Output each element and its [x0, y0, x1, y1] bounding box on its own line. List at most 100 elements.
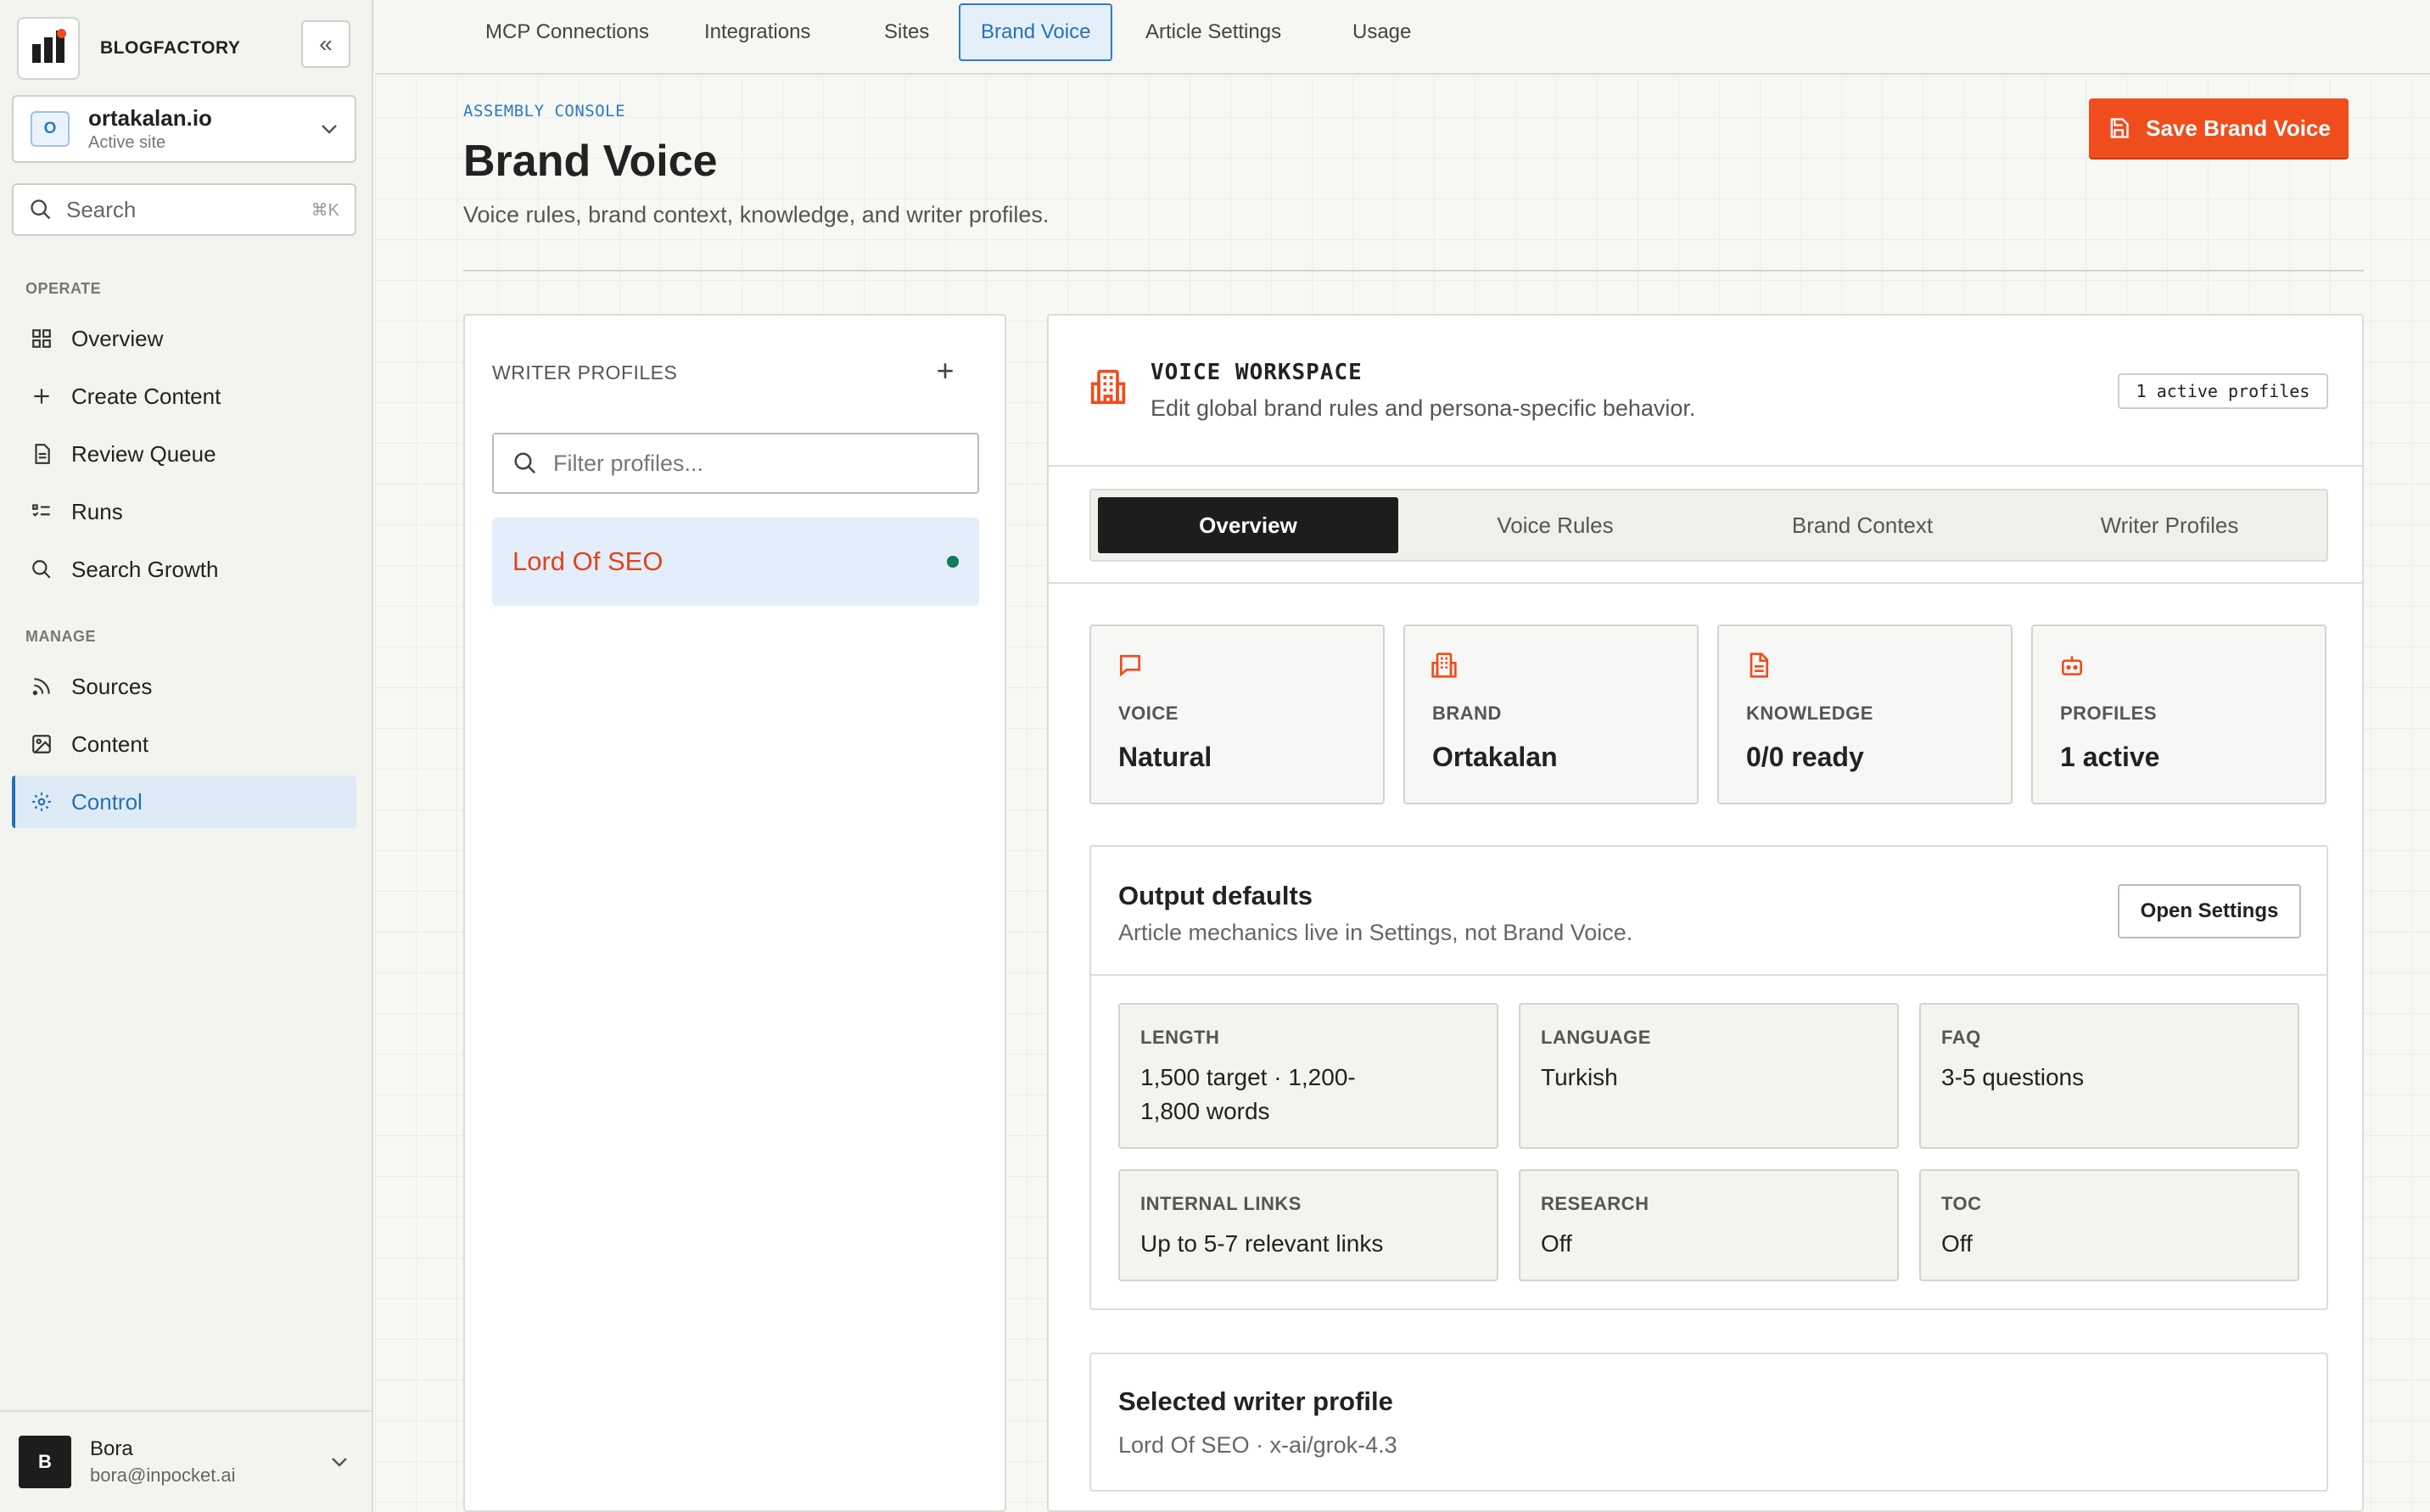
sidebar-item-label: Sources: [71, 673, 153, 699]
image-icon: [29, 731, 54, 757]
search-placeholder: Search: [66, 196, 137, 222]
tab-mcp-connections[interactable]: MCP Connections: [475, 3, 659, 61]
document-icon: [29, 441, 54, 467]
setting-label: LANGUAGE: [1541, 1027, 1651, 1048]
workspace-header: VOICE WORKSPACE Edit global brand rules …: [1049, 316, 2362, 467]
sidebar-item-create-content[interactable]: Create Content: [12, 370, 356, 423]
stat-value: Natural: [1118, 742, 1212, 772]
setting-value: 3-5 questions: [1941, 1064, 2085, 1090]
sidebar: BLOGFACTORY « O ortakalan.io Active site…: [0, 0, 373, 1512]
tab-voice-rules[interactable]: Voice Rules: [1405, 497, 1705, 553]
setting-value: Up to 5-7 relevant links: [1140, 1230, 1384, 1257]
building-icon: [1431, 652, 1458, 683]
active-status-dot: [947, 556, 959, 568]
setting-label: RESEARCH: [1541, 1193, 1649, 1214]
status-badge: 1 active profiles: [2118, 373, 2328, 409]
tab-sites[interactable]: Sites: [874, 3, 939, 61]
site-switcher[interactable]: O ortakalan.io Active site: [12, 95, 356, 163]
setting-cell-length: LENGTH 1,500 target · 1,200-1,800 words: [1118, 1003, 1498, 1149]
sidebar-item-review-queue[interactable]: Review Queue: [12, 428, 356, 480]
setting-cell-toc: TOC Off: [1919, 1169, 2299, 1281]
section-label-manage: MANAGE: [25, 628, 96, 645]
sidebar-item-label: Runs: [71, 498, 123, 524]
sidebar-item-control[interactable]: Control: [12, 776, 356, 828]
sidebar-item-overview[interactable]: Overview: [12, 312, 356, 365]
selected-writer-profile-card: Selected writer profile Lord Of SEO · x-…: [1089, 1352, 2328, 1492]
site-avatar: O: [31, 111, 70, 147]
workspace-tabs: Overview Voice Rules Brand Context Write…: [1089, 489, 2328, 562]
sidebar-item-runs[interactable]: Runs: [12, 485, 356, 538]
setting-value: Off: [1541, 1230, 1572, 1257]
stat-value: 0/0 ready: [1746, 742, 1864, 772]
setting-value: Turkish: [1541, 1064, 1618, 1090]
setting-label: LENGTH: [1140, 1027, 1220, 1048]
setting-label: TOC: [1941, 1193, 1982, 1214]
site-status: Active site: [88, 133, 166, 152]
sidebar-item-label: Control: [71, 788, 143, 815]
rss-icon: [29, 674, 54, 699]
writer-profiles-title: WRITER PROFILES: [492, 361, 678, 384]
page-title: Brand Voice: [463, 137, 718, 186]
tab-writer-profiles[interactable]: Writer Profiles: [2019, 497, 2320, 553]
setting-value: 1,500 target · 1,200-1,800 words: [1140, 1064, 1356, 1124]
stat-label: KNOWLEDGE: [1746, 703, 1873, 724]
save-icon: [2107, 116, 2130, 140]
header-divider: [463, 270, 2364, 272]
user-email: bora@inpocket.ai: [90, 1464, 236, 1486]
search-icon: [514, 452, 536, 474]
chevron-down-icon: [322, 125, 337, 134]
tab-integrations[interactable]: Integrations: [694, 3, 820, 61]
voice-workspace: VOICE WORKSPACE Edit global brand rules …: [1047, 314, 2364, 1512]
stat-card-knowledge: KNOWLEDGE 0/0 ready: [1717, 624, 2013, 804]
tab-brand-voice[interactable]: Brand Voice: [959, 3, 1113, 61]
stat-label: VOICE: [1118, 703, 1179, 724]
sidebar-item-label: Overview: [71, 325, 164, 351]
sidebar-item-label: Search Growth: [71, 556, 219, 582]
brand[interactable]: BLOGFACTORY: [17, 17, 240, 80]
building-icon: [1089, 368, 1127, 410]
chevrons-left-icon: «: [319, 31, 333, 57]
divider: [1049, 582, 2362, 584]
sidebar-item-sources[interactable]: Sources: [12, 660, 356, 713]
sidebar-item-label: Content: [71, 731, 149, 757]
setting-value: Off: [1941, 1230, 1973, 1257]
main-content: ASSEMBLY CONSOLE Brand Voice Voice rules…: [375, 76, 2430, 1512]
stat-card-brand: BRAND Ortakalan: [1403, 624, 1699, 804]
top-tabs: MCP Connections Integrations Sites Brand…: [375, 0, 2430, 75]
workspace-title: VOICE WORKSPACE: [1151, 360, 1363, 385]
tab-usage[interactable]: Usage: [1342, 3, 1421, 61]
search-input[interactable]: Search ⌘K: [12, 183, 356, 236]
brand-name: BLOGFACTORY: [100, 38, 241, 58]
collapse-sidebar-button[interactable]: «: [301, 20, 350, 68]
list-item[interactable]: Lord Of SEO: [492, 518, 979, 606]
user-menu[interactable]: B Bora bora@inpocket.ai: [0, 1410, 373, 1512]
setting-label: INTERNAL LINKS: [1140, 1193, 1302, 1214]
list-checks-icon: [29, 499, 54, 524]
message-icon: [1117, 652, 1144, 683]
page-subtitle: Voice rules, brand context, knowledge, a…: [463, 202, 1050, 227]
section-label-operate: OPERATE: [25, 280, 102, 297]
filter-profiles-input[interactable]: [553, 450, 943, 477]
output-defaults-subtitle: Article mechanics live in Settings, not …: [1118, 920, 1633, 945]
site-name: ortakalan.io: [88, 105, 212, 131]
tab-article-settings[interactable]: Article Settings: [1135, 3, 1291, 61]
sidebar-item-search-growth[interactable]: Search Growth: [12, 543, 356, 596]
writer-profiles-panel: WRITER PROFILES + Lord Of SEO: [463, 314, 1006, 1512]
setting-cell-internal-links: INTERNAL LINKS Up to 5-7 relevant links: [1118, 1169, 1498, 1281]
blogfactory-logo: [17, 17, 80, 80]
bot-icon: [2058, 652, 2086, 683]
gear-icon: [29, 789, 54, 815]
save-brand-voice-button[interactable]: Save Brand Voice: [2089, 98, 2349, 158]
add-profile-button[interactable]: +: [928, 353, 962, 389]
search-shortcut: ⌘K: [311, 200, 339, 220]
setting-cell-research: RESEARCH Off: [1519, 1169, 1899, 1281]
sidebar-item-label: Create Content: [71, 383, 221, 409]
avatar: B: [19, 1436, 71, 1488]
filter-profiles-field[interactable]: [492, 433, 979, 494]
open-settings-button[interactable]: Open Settings: [2118, 884, 2301, 938]
output-defaults-card: Output defaults Article mechanics live i…: [1089, 845, 2328, 1310]
tab-overview[interactable]: Overview: [1098, 497, 1398, 553]
sidebar-item-content[interactable]: Content: [12, 718, 356, 770]
tab-brand-context[interactable]: Brand Context: [1712, 497, 2013, 553]
workspace-subtitle: Edit global brand rules and persona-spec…: [1151, 395, 1696, 421]
